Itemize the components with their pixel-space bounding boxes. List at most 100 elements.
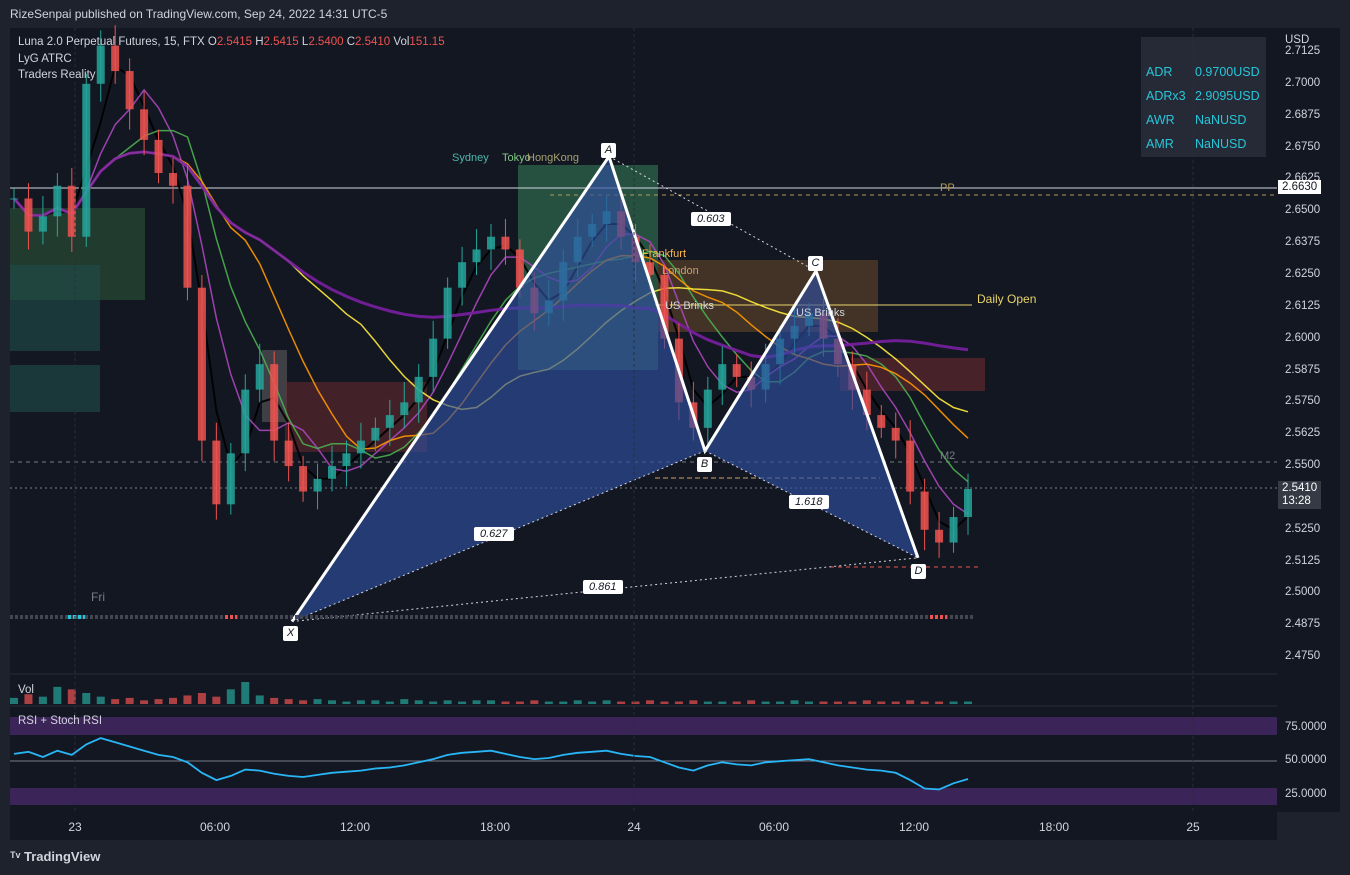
current-price: 2.5410 bbox=[1282, 482, 1318, 494]
candle-body bbox=[400, 402, 409, 416]
volume-value: 151.15 bbox=[409, 36, 445, 48]
price-tick-label: 2.5500 bbox=[1285, 459, 1321, 472]
volume-bar bbox=[241, 682, 250, 704]
volume-bar bbox=[429, 701, 438, 704]
volume-bar bbox=[38, 696, 47, 704]
price-tick-label: 2.6750 bbox=[1285, 140, 1321, 153]
candle-body bbox=[920, 491, 929, 530]
volume-bar bbox=[125, 697, 134, 704]
candle-body bbox=[371, 427, 380, 441]
volume-bar bbox=[82, 693, 91, 704]
session-label-us-brinks-2: US Brinks bbox=[796, 307, 845, 319]
close-value: 2.5410 bbox=[355, 36, 391, 48]
close-label: C bbox=[346, 36, 356, 48]
candle-body bbox=[53, 185, 62, 217]
price-tick-label: 2.6375 bbox=[1285, 236, 1321, 249]
volume-bar bbox=[140, 700, 149, 704]
pattern-point-b[interactable]: B bbox=[697, 457, 712, 472]
ratio-label-ab: 0.603 bbox=[691, 212, 731, 226]
candle-body bbox=[183, 185, 192, 288]
candle-body bbox=[270, 364, 279, 441]
volume-bar bbox=[674, 701, 683, 704]
volume-bar bbox=[906, 700, 915, 704]
session-zone bbox=[10, 265, 100, 351]
price-tick-label: 2.5125 bbox=[1285, 554, 1321, 567]
volume-bar bbox=[949, 701, 958, 704]
chart-frame: RizeSenpai published on TradingView.com,… bbox=[0, 0, 1350, 875]
candle-body bbox=[472, 249, 481, 263]
volume-bar bbox=[631, 701, 640, 704]
volume-pane-title[interactable]: Vol bbox=[18, 684, 34, 696]
pattern-point-d[interactable]: D bbox=[911, 564, 926, 579]
rsi-level-50: 50.0000 bbox=[1285, 754, 1327, 766]
ratio-label-bd: 1.618 bbox=[789, 495, 829, 509]
tradingview-logo[interactable]: ᵀᵛ TradingView bbox=[10, 849, 100, 864]
adr-panel: ADR 0.9700USD ADRx3 2.9095USD AWR NaNUSD AM… bbox=[1141, 37, 1266, 157]
volume-bar bbox=[530, 700, 539, 704]
volume-bar bbox=[169, 697, 177, 704]
symbol-name[interactable]: Luna 2.0 Perpetual Futures, 15, FTX bbox=[18, 36, 205, 48]
symbol-legend[interactable]: Luna 2.0 Perpetual Futures, 15, FTX O2.5… bbox=[18, 36, 445, 48]
volume-bar bbox=[53, 686, 62, 704]
volume-bar bbox=[356, 700, 365, 704]
candle-body bbox=[342, 453, 351, 467]
candle-body bbox=[169, 173, 177, 186]
session-label-us-brinks-1: US Brinks bbox=[665, 300, 714, 312]
indicator-legend-1[interactable]: LyG ATRC bbox=[18, 53, 72, 65]
price-tick-label: 2.5875 bbox=[1285, 363, 1321, 376]
session-label-frankfurt: Frankfurt bbox=[642, 248, 687, 260]
candle-body bbox=[385, 415, 394, 428]
volume-bar bbox=[703, 701, 712, 704]
volume-bar bbox=[183, 695, 192, 704]
m2-label: M2 bbox=[940, 450, 956, 462]
volume-bar bbox=[284, 699, 293, 704]
publisher-line: RizeSenpai published on TradingView.com,… bbox=[10, 7, 388, 21]
volume-bar bbox=[877, 701, 886, 704]
volume-bar bbox=[472, 700, 481, 704]
pattern-point-a[interactable]: A bbox=[601, 143, 616, 158]
day-label: Fri bbox=[91, 590, 105, 604]
candle-body bbox=[414, 376, 423, 403]
candle-body bbox=[226, 453, 235, 505]
price-tick-label: 2.5750 bbox=[1285, 395, 1321, 408]
pp-label: PP bbox=[940, 182, 955, 194]
candle-body bbox=[255, 364, 264, 390]
candle-body bbox=[732, 364, 741, 377]
pattern-point-c[interactable]: C bbox=[808, 256, 823, 271]
candle-body bbox=[458, 262, 467, 288]
candle-body bbox=[67, 185, 76, 237]
ratio-label-xd: 0.861 bbox=[583, 580, 623, 594]
time-label: 24 bbox=[627, 820, 641, 834]
volume-bar bbox=[790, 700, 799, 704]
time-label: 06:00 bbox=[758, 820, 790, 834]
volume-bar bbox=[313, 699, 322, 704]
volume-bar bbox=[761, 701, 770, 704]
volume-bar bbox=[96, 696, 105, 704]
volume-bar bbox=[689, 700, 698, 704]
price-tick-label: 2.7000 bbox=[1285, 76, 1321, 89]
candle-body bbox=[487, 236, 495, 250]
candle-body bbox=[718, 364, 727, 390]
candle-body bbox=[949, 517, 958, 543]
awr-row: AWR NaNUSD bbox=[1146, 113, 1247, 127]
candle-body bbox=[154, 139, 163, 174]
price-tick-label: 2.6250 bbox=[1285, 267, 1321, 280]
volume-bar bbox=[602, 700, 611, 704]
session-label-london: London bbox=[662, 265, 699, 277]
ratio-label-xb: 0.627 bbox=[474, 527, 514, 541]
volume-bar bbox=[458, 701, 467, 704]
volume-bar bbox=[154, 699, 163, 704]
volume-bar bbox=[964, 701, 972, 704]
time-label: 12:00 bbox=[898, 820, 930, 834]
indicator-legend-2[interactable]: Traders Reality bbox=[18, 69, 96, 81]
rsi-pane-title[interactable]: RSI + Stoch RSI bbox=[18, 715, 102, 727]
volume-bar bbox=[328, 700, 336, 704]
candle-body bbox=[935, 529, 944, 543]
volume-bar bbox=[544, 701, 553, 704]
pattern-point-x[interactable]: X bbox=[283, 626, 298, 641]
rsi-oversold-band bbox=[10, 788, 1277, 805]
candle-body bbox=[140, 109, 149, 140]
candle-body bbox=[38, 216, 47, 232]
candle-body bbox=[10, 198, 18, 200]
low-value: 2.5400 bbox=[308, 36, 344, 48]
